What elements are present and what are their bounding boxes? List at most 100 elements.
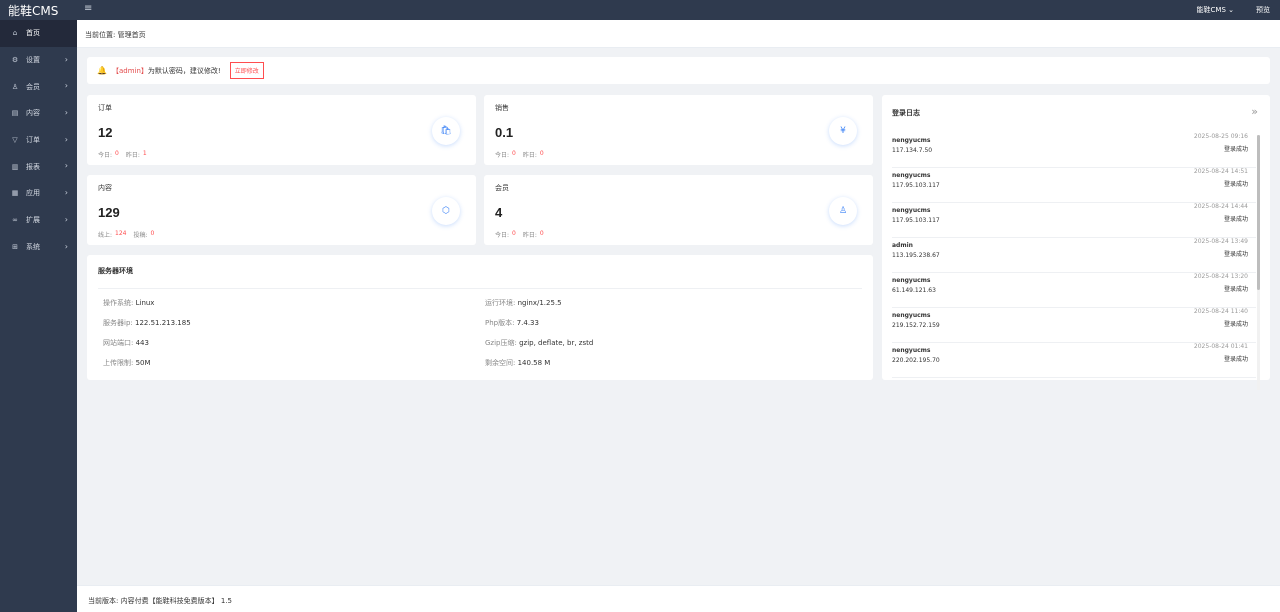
stat-card: 会员 4 今日: 0 昨日: 0 ♙ xyxy=(484,175,873,245)
login-log-card: 登录日志 » nengyucms 117.134.7.50 2025-08-25 0… xyxy=(882,95,1270,390)
log-user: nengyucms xyxy=(892,137,931,144)
server-info-row: 服务器ip: 122.51.213.185 xyxy=(103,319,191,327)
shopping-bag-icon[interactable]: 🛍 xyxy=(432,117,460,145)
log-time: 2025-08-24 11:40 xyxy=(1193,308,1248,315)
modify-password-button[interactable]: 立即修改 xyxy=(229,62,264,79)
more-icon[interactable]: » xyxy=(1251,105,1258,118)
site-menu-dropdown[interactable]: 能鞋CMS ⌄ xyxy=(1197,5,1234,15)
scrollbar-thumb[interactable] xyxy=(1257,135,1260,290)
log-user: nengyucms xyxy=(892,207,931,214)
login-log-entry: nengyucms 117.134.7.50 2025-08-25 09:16 登录成… xyxy=(892,133,1256,168)
log-ip: 113.195.238.67 xyxy=(892,252,940,259)
chevron-right-icon: › xyxy=(64,161,68,171)
chevron-right-icon: › xyxy=(64,214,68,224)
stat-sub: 今日: 0 昨日: 0 xyxy=(495,230,544,239)
stat-title: 订单 xyxy=(98,104,112,112)
log-ip: 117.95.103.117 xyxy=(892,217,940,224)
stat-title: 会员 xyxy=(495,184,509,192)
preview-link[interactable]: 预览 xyxy=(1256,5,1270,15)
password-notice: 🔔 【admin】为默认密码，建议修改! 立即修改 xyxy=(87,57,1270,84)
log-time: 2025-08-24 14:51 xyxy=(1193,168,1248,175)
sidebar-item-0[interactable]: ⌂ 首页 xyxy=(0,20,77,47)
server-title: 服务器环境 xyxy=(98,267,133,275)
gear-icon: ⚙ xyxy=(11,56,19,65)
stat-value: 0.1 xyxy=(495,125,514,140)
footer: 当前版本: 内容付费【能鞋科技免费版本】 1.5 xyxy=(77,585,1280,612)
log-ip: 220.202.195.70 xyxy=(892,357,940,364)
divider xyxy=(98,288,862,289)
sidebar-item-8[interactable]: ⊞ 系统 › xyxy=(0,234,77,261)
log-ip: 117.134.7.50 xyxy=(892,147,933,154)
server-info-row: 操作系统: Linux xyxy=(103,299,155,307)
sidebar-item-label: 系统 xyxy=(26,242,40,251)
version-text: 内容付费【能鞋科技免费版本】 1.5 xyxy=(120,597,232,605)
chevron-right-icon: › xyxy=(64,108,68,118)
link-icon: ∞ xyxy=(12,216,18,225)
stat-sub: 线上: 124 投稿: 0 xyxy=(98,230,155,239)
sidebar-item-label: 扩展 xyxy=(26,216,40,225)
sidebar-item-label: 报表 xyxy=(26,162,40,171)
login-log-entry: nengyucms 61.149.121.63 2025-08-24 13:20 登录… xyxy=(892,273,1256,308)
log-user: nengyucms xyxy=(892,172,931,179)
log-status: 登录成功 xyxy=(1223,216,1248,223)
log-status: 登录成功 xyxy=(1223,356,1248,363)
server-info-row: Gzip压缩: gzip, deflate, br, zstd xyxy=(485,339,594,347)
app-logo[interactable]: 能鞋CMS xyxy=(8,2,58,19)
log-status: 登录成功 xyxy=(1223,286,1248,293)
log-ip: 117.95.103.117 xyxy=(892,182,940,189)
sidebar: ⌂ 首页 ⚙ 设置 › ♙ 会员 › ▤ 内容 › ▽ 订单 › ▥ 报表 › ▦ 应用 › ∞ 扩展 › ⊞ 系统 › xyxy=(0,20,77,612)
login-log-entry: nengyucms 219.152.72.159 2025-08-24 11:40 登… xyxy=(892,308,1256,343)
login-log-list: nengyucms 117.134.7.50 2025-08-25 09:16 登录成… xyxy=(892,133,1256,378)
cube-icon[interactable]: ⬡ xyxy=(432,197,460,225)
document-icon: ▤ xyxy=(11,109,19,118)
sidebar-item-5[interactable]: ▥ 报表 › xyxy=(0,153,77,180)
menu-toggle-icon[interactable]: ≡ xyxy=(84,3,92,14)
log-time: 2025-08-24 13:20 xyxy=(1193,273,1248,280)
server-info-row: 剩余空间: 140.58 M xyxy=(485,359,551,367)
log-ip: 219.152.72.159 xyxy=(892,322,940,329)
user-icon[interactable]: ♙ xyxy=(829,197,857,225)
sidebar-item-label: 会员 xyxy=(26,82,40,91)
grid-icon: ▦ xyxy=(11,189,19,198)
login-log-title: 登录日志 xyxy=(892,109,920,117)
stat-value: 12 xyxy=(98,125,113,140)
chevron-right-icon: › xyxy=(64,134,68,144)
sidebar-item-label: 应用 xyxy=(26,189,40,198)
login-log-entry: admin 113.195.238.67 2025-08-24 13:49 登录成功 xyxy=(892,238,1256,273)
sidebar-item-6[interactable]: ▦ 应用 › xyxy=(0,180,77,207)
stat-card: 销售 0.1 今日: 0 昨日: 0 ¥ xyxy=(484,95,873,165)
breadcrumb-current[interactable]: 管理首页 xyxy=(118,31,146,39)
chart-icon: ▥ xyxy=(11,162,19,171)
chevron-right-icon: › xyxy=(64,54,68,64)
login-log-entry: nengyucms 117.95.103.117 2025-08-24 14:44 登… xyxy=(892,203,1256,238)
stat-title: 销售 xyxy=(495,104,509,112)
sidebar-item-1[interactable]: ⚙ 设置 › xyxy=(0,47,77,74)
log-status: 登录成功 xyxy=(1223,146,1248,153)
log-status: 登录成功 xyxy=(1223,321,1248,328)
log-status: 登录成功 xyxy=(1223,251,1248,258)
sidebar-item-label: 订单 xyxy=(26,136,40,145)
stat-sub: 今日: 0 昨日: 0 xyxy=(495,150,544,159)
chevron-right-icon: › xyxy=(64,188,68,198)
user-icon: ♙ xyxy=(11,82,19,91)
sidebar-item-label: 首页 xyxy=(26,29,40,38)
sidebar-item-label: 内容 xyxy=(26,109,40,118)
top-bar: 能鞋CMS ≡ 能鞋CMS ⌄ 预览 xyxy=(0,0,1280,20)
notice-admin: 【admin】 xyxy=(111,66,148,75)
login-log-entry: nengyucms 117.95.103.117 2025-08-24 14:51 登… xyxy=(892,168,1256,203)
sidebar-item-4[interactable]: ▽ 订单 › xyxy=(0,127,77,154)
log-time: 2025-08-24 14:44 xyxy=(1193,203,1248,210)
log-user: nengyucms xyxy=(892,347,931,354)
yen-icon[interactable]: ¥ xyxy=(829,117,857,145)
sidebar-item-7[interactable]: ∞ 扩展 › xyxy=(0,207,77,234)
sidebar-item-3[interactable]: ▤ 内容 › xyxy=(0,100,77,127)
log-ip: 61.149.121.63 xyxy=(892,287,936,294)
log-time: 2025-08-24 13:49 xyxy=(1193,238,1248,245)
notice-text: 为默认密码，建议修改! xyxy=(147,66,221,75)
server-info-row: 上传限制: 50M xyxy=(103,359,151,367)
chevron-right-icon: › xyxy=(64,241,68,251)
log-time: 2025-08-25 09:16 xyxy=(1193,133,1248,140)
server-environment-card: 服务器环境 操作系统: Linux 服务器ip: 122.51.213.185 网站… xyxy=(87,255,873,380)
sidebar-item-2[interactable]: ♙ 会员 › xyxy=(0,73,77,100)
stat-value: 4 xyxy=(495,205,503,220)
